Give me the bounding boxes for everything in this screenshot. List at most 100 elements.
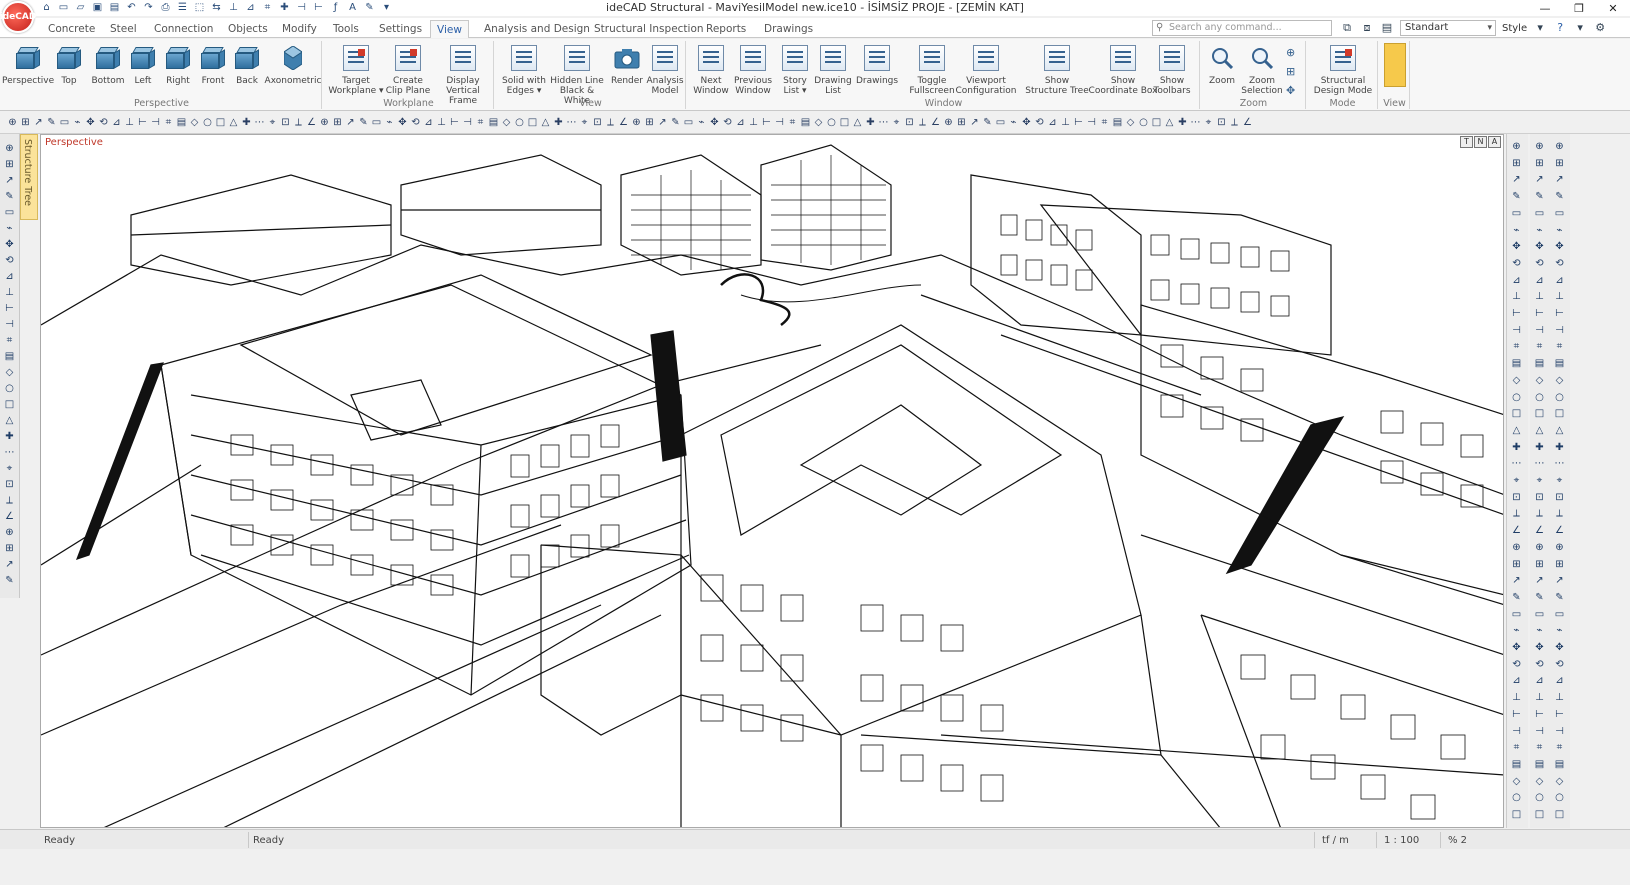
tool-icon[interactable]: ⌗ — [474, 116, 487, 129]
tool-icon[interactable]: ⊿ — [1553, 274, 1566, 287]
tool-icon[interactable]: △ — [851, 116, 864, 129]
tool-icon[interactable]: ⊡ — [279, 116, 292, 129]
tool-icon[interactable]: ⊢ — [760, 116, 773, 129]
viewport-configuration-button[interactable]: Viewport Configuration — [954, 43, 1018, 96]
tool-icon[interactable]: ⌗ — [1553, 741, 1566, 754]
tool-icon[interactable]: ⋯ — [253, 116, 266, 129]
tool-icon[interactable]: ⊣ — [149, 116, 162, 129]
tool-icon[interactable]: ∠ — [1241, 116, 1254, 129]
tool-icon[interactable]: ⊣ — [461, 116, 474, 129]
tool-icon[interactable]: ✚ — [864, 116, 877, 129]
analysis-model-button[interactable]: Analysis Model — [644, 43, 686, 96]
front-view-button[interactable]: Front — [194, 43, 232, 86]
tool-icon[interactable]: ⌁ — [383, 116, 396, 129]
tool-icon[interactable]: ⊥ — [1533, 290, 1546, 303]
tool-icon[interactable]: ⊢ — [1533, 708, 1546, 721]
previous-window-button[interactable]: Previous Window — [730, 43, 776, 96]
right-view-button[interactable]: Right — [158, 43, 198, 86]
tool-icon[interactable]: ⊕ — [630, 116, 643, 129]
style-dropdown-icon[interactable]: ▾ — [1533, 21, 1547, 35]
tool-icon[interactable]: ○ — [1533, 391, 1546, 404]
tab-settings[interactable]: Settings — [373, 20, 428, 38]
tool-icon[interactable]: ◇ — [1124, 116, 1137, 129]
tool-icon[interactable]: ⊿ — [110, 116, 123, 129]
tool-icon[interactable]: ⌁ — [1007, 116, 1020, 129]
tool-icon[interactable]: ⊥ — [1510, 691, 1523, 704]
tool-icon[interactable]: ↗ — [1510, 574, 1523, 587]
layers-icon[interactable]: ⧉ — [1340, 21, 1354, 35]
tool-icon[interactable]: ⌁ — [695, 116, 708, 129]
tool-icon[interactable]: ○ — [1553, 791, 1566, 804]
tab-steel[interactable]: Steel — [104, 20, 143, 38]
tool-icon[interactable]: ⊥ — [1059, 116, 1072, 129]
tool-icon[interactable]: ✎ — [669, 116, 682, 129]
tool-icon[interactable]: □ — [1533, 808, 1546, 821]
tab-tools[interactable]: Tools — [327, 20, 365, 38]
tool-icon[interactable]: ✚ — [1533, 441, 1546, 454]
tool-icon[interactable]: ⊕ — [1533, 140, 1546, 153]
tool-icon[interactable]: ⊞ — [955, 116, 968, 129]
tool-icon[interactable]: ⟲ — [1533, 658, 1546, 671]
tool-icon[interactable]: ◇ — [1553, 374, 1566, 387]
solid-with-edges-button[interactable]: Solid with Edges ▾ — [500, 43, 548, 96]
tool-icon[interactable]: ⊞ — [331, 116, 344, 129]
tool-icon[interactable]: ▭ — [1553, 207, 1566, 220]
tool-icon[interactable]: ▭ — [682, 116, 695, 129]
tool-icon[interactable]: △ — [227, 116, 240, 129]
tool-icon[interactable]: ⊡ — [591, 116, 604, 129]
tool-icon[interactable]: ⊥ — [1553, 691, 1566, 704]
tool-icon[interactable]: ⟂ — [916, 116, 929, 129]
style-icon[interactable]: ▤ — [1380, 21, 1394, 35]
tool-icon[interactable]: ◇ — [500, 116, 513, 129]
tool-icon[interactable]: ✎ — [1553, 190, 1566, 203]
tool-icon[interactable]: ⌖ — [578, 116, 591, 129]
tool-icon[interactable]: ⊞ — [3, 158, 16, 171]
zoom-window-icon[interactable]: ⊞ — [1286, 62, 1300, 81]
tool-icon[interactable]: ⊢ — [1510, 307, 1523, 320]
tool-icon[interactable]: ⌗ — [3, 334, 16, 347]
tool-icon[interactable]: ⊣ — [1533, 725, 1546, 738]
tool-icon[interactable]: ✚ — [552, 116, 565, 129]
tool-icon[interactable]: □ — [1510, 407, 1523, 420]
tool-icon[interactable]: ⌁ — [1533, 624, 1546, 637]
tool-icon[interactable]: ⟲ — [1553, 658, 1566, 671]
tool-icon[interactable]: ⟲ — [409, 116, 422, 129]
tool-icon[interactable]: ⟲ — [97, 116, 110, 129]
tool-icon[interactable]: ⊞ — [1510, 157, 1523, 170]
status-zoom[interactable]: % 2 — [1448, 835, 1467, 846]
tool-icon[interactable]: ⊥ — [435, 116, 448, 129]
tool-icon[interactable]: ⊥ — [1553, 290, 1566, 303]
tool-icon[interactable]: ✎ — [1553, 591, 1566, 604]
tool-icon[interactable]: ✥ — [84, 116, 97, 129]
tool-icon[interactable]: □ — [1553, 407, 1566, 420]
tool-icon[interactable]: ⊣ — [1085, 116, 1098, 129]
tool-icon[interactable]: ✥ — [708, 116, 721, 129]
tool-icon[interactable]: ○ — [513, 116, 526, 129]
tool-icon[interactable]: △ — [3, 414, 16, 427]
tool-icon[interactable]: ↗ — [3, 174, 16, 187]
tool-icon[interactable]: ▭ — [1533, 207, 1546, 220]
tool-icon[interactable]: ▭ — [1553, 608, 1566, 621]
tool-icon[interactable]: ⌁ — [3, 222, 16, 235]
zoom-in-icon[interactable]: ⊕ — [1286, 43, 1300, 62]
tool-icon[interactable]: ⟲ — [721, 116, 734, 129]
tool-icon[interactable]: ⊢ — [1553, 708, 1566, 721]
tool-icon[interactable]: ⋯ — [877, 116, 890, 129]
tool-icon[interactable]: ⊢ — [1510, 708, 1523, 721]
tool-icon[interactable]: △ — [539, 116, 552, 129]
tool-icon[interactable]: ⟲ — [1533, 257, 1546, 270]
tool-icon[interactable]: ⊕ — [6, 116, 19, 129]
tool-icon[interactable]: ⊣ — [1510, 324, 1523, 337]
tool-icon[interactable]: ⟂ — [1533, 507, 1546, 520]
tool-icon[interactable]: ↗ — [3, 558, 16, 571]
tool-icon[interactable]: □ — [1553, 808, 1566, 821]
tool-icon[interactable]: □ — [1533, 407, 1546, 420]
tool-icon[interactable]: ○ — [201, 116, 214, 129]
tool-icon[interactable]: ⊢ — [1553, 307, 1566, 320]
tool-icon[interactable]: ⊞ — [1510, 558, 1523, 571]
tool-icon[interactable]: ↗ — [1510, 173, 1523, 186]
tool-icon[interactable]: ⊥ — [123, 116, 136, 129]
tool-icon[interactable]: ▭ — [1533, 608, 1546, 621]
tool-icon[interactable]: ⟲ — [1033, 116, 1046, 129]
show-toolbars-button[interactable]: Show Toolbars — [1144, 43, 1200, 96]
